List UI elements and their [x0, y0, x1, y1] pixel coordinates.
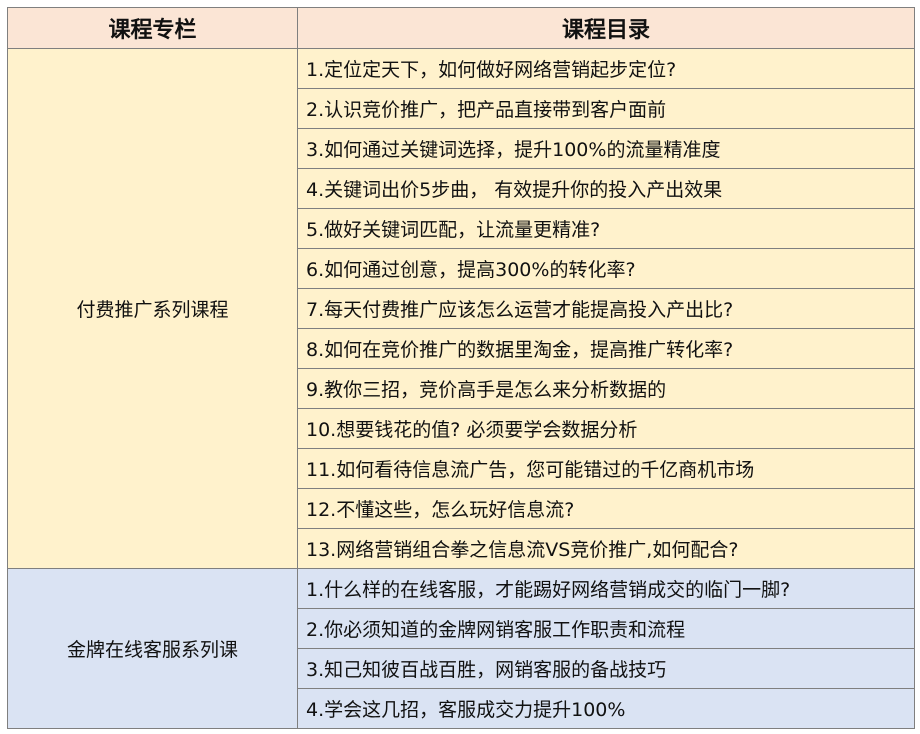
course-item: 12.不懂这些，怎么玩好信息流?: [297, 488, 915, 529]
header-row: 课程专栏 课程目录: [7, 7, 915, 49]
course-item: 10.想要钱花的值? 必须要学会数据分析: [297, 408, 915, 449]
table-row: 付费推广系列课程 1.定位定天下，如何做好网络营销起步定位?: [7, 48, 915, 569]
course-item: 2.认识竞价推广，把产品直接带到客户面前: [297, 88, 915, 129]
course-item: 13.网络营销组合拳之信息流VS竞价推广,如何配合?: [297, 528, 915, 569]
header-catalog-column: 课程目录: [297, 7, 915, 49]
course-item: 1.什么样的在线客服，才能踢好网络营销成交的临门一脚?: [297, 568, 915, 609]
course-item: 8.如何在竞价推广的数据里淘金，提高推广转化率?: [297, 328, 915, 369]
section-name-paid-promotion: 付费推广系列课程: [7, 48, 298, 569]
header-course-column: 课程专栏: [7, 7, 298, 49]
section-name-customer-service: 金牌在线客服系列课: [7, 568, 298, 729]
course-table: 课程专栏 课程目录 付费推广系列课程 1.定位定天下，如何做好网络营销起步定位?…: [7, 7, 915, 729]
course-item: 4.学会这几招，客服成交力提升100%: [297, 688, 915, 729]
course-item: 7.每天付费推广应该怎么运营才能提高投入产出比?: [297, 288, 915, 329]
course-item: 6.如何通过创意，提高300%的转化率?: [297, 248, 915, 289]
course-item: 4.关键词出价5步曲， 有效提升你的投入产出效果: [297, 168, 915, 209]
course-item: 5.做好关键词匹配，让流量更精准?: [297, 208, 915, 249]
course-item: 11.如何看待信息流广告，您可能错过的千亿商机市场: [297, 448, 915, 489]
course-item: 9.教你三招，竞价高手是怎么来分析数据的: [297, 368, 915, 409]
course-item: 2.你必须知道的金牌网销客服工作职责和流程: [297, 608, 915, 649]
course-item: 3.如何通过关键词选择，提升100%的流量精准度: [297, 128, 915, 169]
table-row: 金牌在线客服系列课 1.什么样的在线客服，才能踢好网络营销成交的临门一脚?: [7, 568, 915, 729]
course-item: 1.定位定天下，如何做好网络营销起步定位?: [297, 48, 915, 89]
course-item: 3.知己知彼百战百胜，网销客服的备战技巧: [297, 648, 915, 689]
